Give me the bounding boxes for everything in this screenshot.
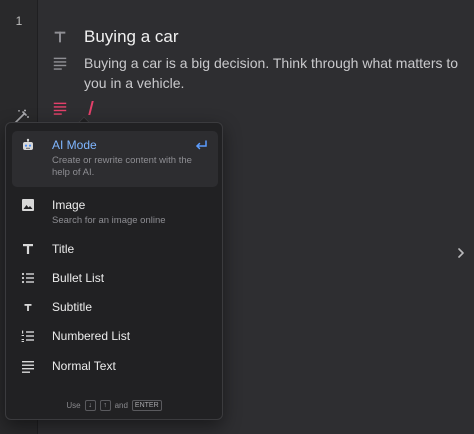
menu-item-image[interactable]: Image Search for an image online	[12, 197, 218, 229]
title-block[interactable]: Buying a car	[52, 27, 179, 47]
document-title[interactable]: Buying a car	[84, 27, 179, 47]
title-icon	[20, 241, 36, 257]
menu-item-label: Image	[52, 198, 86, 212]
menu-item-label: AI Mode	[52, 138, 97, 152]
menu-item-numbered-list[interactable]: Numbered List	[12, 328, 218, 348]
current-block[interactable]	[52, 100, 94, 116]
image-icon	[20, 197, 36, 213]
text-cursor	[88, 101, 94, 115]
paragraph-text[interactable]: Buying a car is a big decision. Think th…	[84, 53, 469, 93]
hint-use: Use	[66, 401, 81, 410]
menu-item-title[interactable]: Title	[12, 241, 218, 261]
menu-item-label: Title	[52, 242, 75, 256]
hint-and: and	[114, 401, 128, 410]
arrow-up-key: ↑	[99, 400, 111, 411]
paragraph-icon	[52, 55, 70, 73]
keyboard-hint: Use ↓ ↑ and ENTER	[6, 400, 222, 411]
menu-item-label: Numbered List	[52, 329, 131, 343]
menu-item-label: Normal Text	[52, 359, 116, 373]
page-number: 1	[15, 14, 23, 28]
menu-item-description: Search for an image online	[52, 215, 166, 226]
insert-block-menu: AI Mode Create or rewrite content with t…	[5, 122, 223, 420]
menu-item-normal-text[interactable]: Normal Text	[12, 358, 218, 378]
menu-item-bullet-list[interactable]: Bullet List	[12, 270, 218, 290]
paragraph-icon	[20, 358, 36, 374]
title-icon	[52, 29, 70, 47]
enter-key: ENTER	[131, 400, 162, 411]
numbered-list-icon	[20, 328, 36, 344]
paragraph-block[interactable]: Buying a car is a big decision. Think th…	[52, 53, 469, 93]
paragraph-icon	[52, 100, 68, 116]
bullet-list-icon	[20, 270, 36, 286]
robot-icon	[20, 137, 36, 153]
chevron-right-icon[interactable]	[454, 246, 468, 260]
subtitle-icon	[20, 299, 36, 315]
menu-item-label: Subtitle	[52, 300, 93, 314]
menu-item-label: Bullet List	[52, 271, 105, 285]
arrow-down-key: ↓	[84, 400, 96, 411]
menu-item-subtitle[interactable]: Subtitle	[12, 299, 218, 319]
enter-icon	[194, 139, 208, 153]
menu-item-ai-mode[interactable]: AI Mode Create or rewrite content with t…	[12, 131, 218, 187]
menu-item-description: Create or rewrite content with the help …	[52, 155, 192, 178]
